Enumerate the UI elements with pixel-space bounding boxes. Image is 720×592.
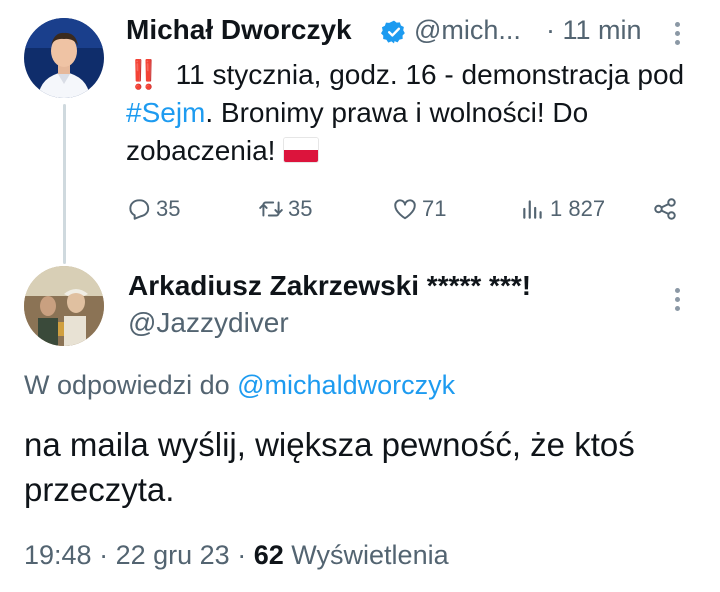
thread-connector-line <box>63 104 66 264</box>
author-handle[interactable]: @Jazzydiver <box>128 307 289 339</box>
avatar[interactable] <box>24 266 104 346</box>
views-label: Wyświetlenia <box>291 540 449 570</box>
poland-flag-emoji <box>283 137 320 163</box>
reply-text: na maila wyślij, większa pewność, że kto… <box>24 426 635 508</box>
like-button[interactable]: 71 <box>392 194 446 224</box>
like-icon <box>394 199 416 220</box>
reply-count: 35 <box>156 196 181 221</box>
tweet-text-part1: 11 stycznia, godz. 16 - demonstracja pod <box>167 59 685 90</box>
retweet-count: 35 <box>288 196 313 221</box>
timestamp[interactable]: · 11 min <box>546 15 642 46</box>
double-exclamation-emoji: ‼️ <box>126 59 161 90</box>
share-button[interactable] <box>652 194 682 224</box>
mention-link[interactable]: @michaldworczyk <box>237 370 455 400</box>
tweet-date[interactable]: 22 gru 23 <box>116 540 230 570</box>
separator-dot: · <box>546 15 555 45</box>
time-ago: 11 min <box>562 15 642 45</box>
tweet-time[interactable]: 19:48 <box>24 540 92 570</box>
reply-button[interactable]: 35 <box>126 194 180 224</box>
tweet-text: ‼️ 11 stycznia, godz. 16 - demonstracja … <box>126 56 686 170</box>
views-count: 62 <box>253 540 284 570</box>
retweet-button[interactable]: 35 <box>258 194 312 224</box>
reply-context: W odpowiedzi do @michaldworczyk <box>24 370 455 401</box>
tweet-metadata: 19:48 · 22 gru 23 · 62 Wyświetlenia <box>24 540 449 571</box>
views-button[interactable]: 1 827 <box>520 194 605 224</box>
avatar[interactable] <box>24 18 104 98</box>
hashtag-link[interactable]: #Sejm <box>126 97 205 128</box>
separator-dot: · <box>237 540 247 570</box>
separator-dot: · <box>99 540 109 570</box>
more-icon[interactable] <box>674 288 682 315</box>
views-count: 1 827 <box>550 196 606 221</box>
reply-to-label: W odpowiedzi do <box>24 370 230 400</box>
retweet-icon <box>259 201 283 217</box>
views-icon <box>523 200 542 219</box>
author-handle[interactable]: @mich... <box>414 15 521 46</box>
verified-badge-icon <box>381 20 405 44</box>
author-name[interactable]: Michał Dworczyk <box>126 14 352 46</box>
author-name[interactable]: Arkadiusz Zakrzewski ***** ***! <box>128 270 531 302</box>
reply-icon <box>129 199 150 220</box>
share-icon <box>654 198 676 220</box>
like-count: 71 <box>422 196 447 221</box>
more-icon[interactable] <box>674 22 682 49</box>
